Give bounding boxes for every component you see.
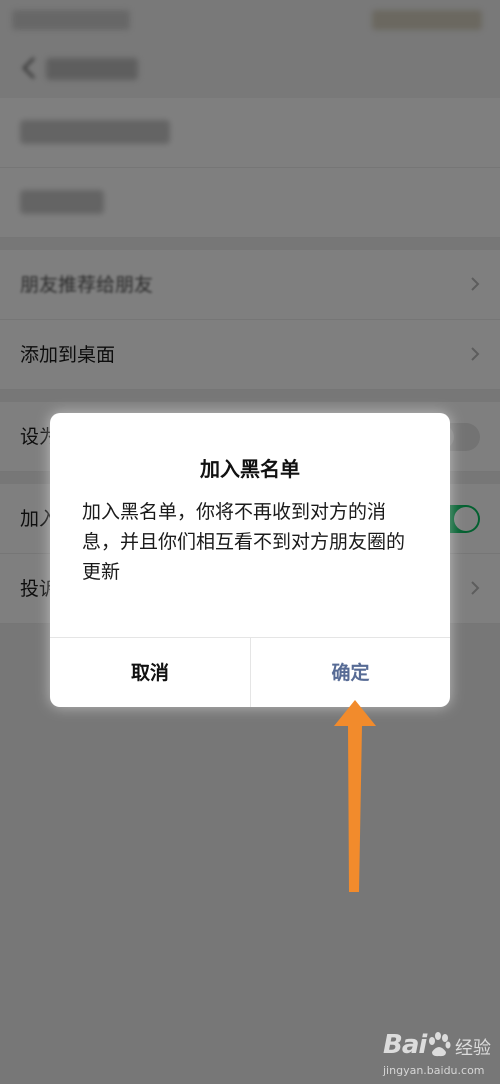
watermark-suffix: 经验 [455,1038,491,1059]
dialog-message: 加入黑名单，你将不再收到对方的消息，并且你们相互看不到对方朋友圈的更新 [82,501,406,583]
blacklist-confirm-dialog: 加入黑名单 加入黑名单，你将不再收到对方的消息，并且你们相互看不到对方朋友圈的更… [50,413,450,707]
dialog-title: 加入黑名单 [200,457,300,481]
paw-icon [429,1032,451,1057]
baidu-jingyan-watermark: Bai 经验 jingyan.baidu.com [383,1030,493,1078]
watermark-url: jingyan.baidu.com [383,1064,485,1077]
arrow-up-icon [334,700,376,892]
cancel-button[interactable]: 取消 [50,638,250,707]
dialog-footer: 取消 确定 [50,637,450,707]
screen: 朋友推荐给朋友 添加到桌面 设为星标朋友 加入黑名单 投诉 加入黑名单 加入黑名… [0,0,500,1084]
watermark-logo: Bai [383,1030,427,1060]
confirm-button[interactable]: 确定 [250,638,450,707]
